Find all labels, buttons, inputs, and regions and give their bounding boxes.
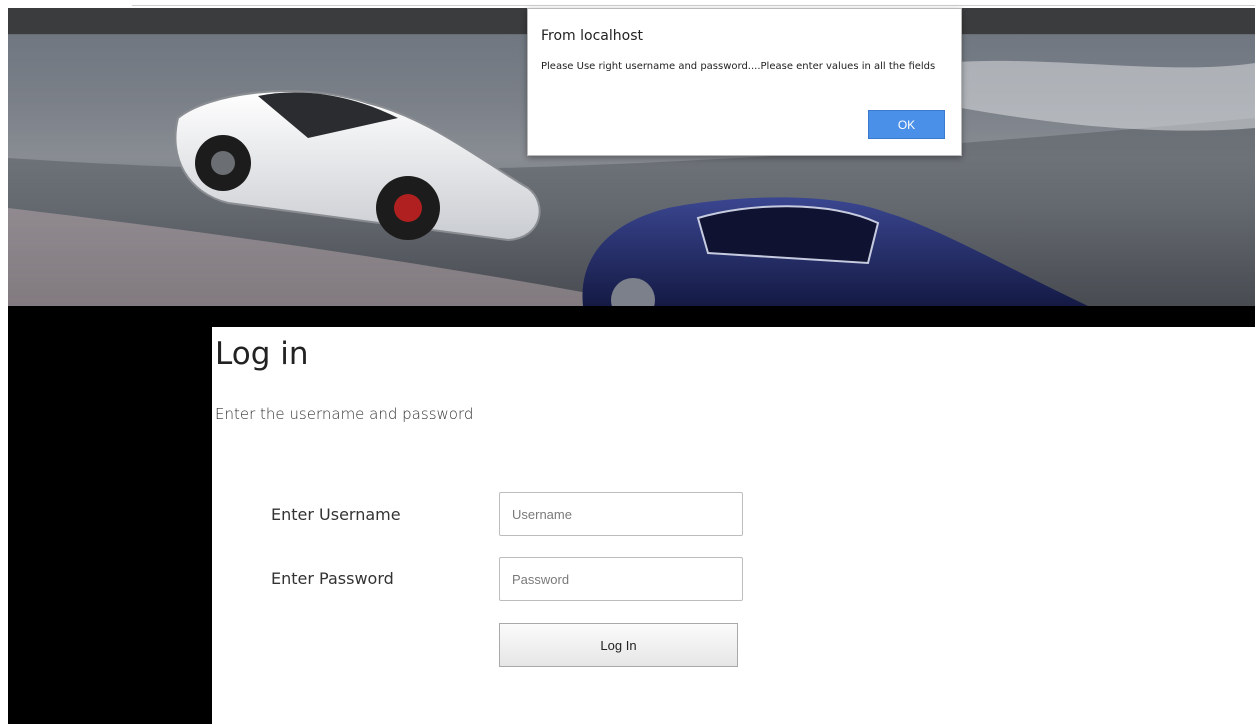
nav-band xyxy=(212,306,1255,327)
left-sidebar-column xyxy=(8,306,212,724)
login-content-area: Log in Enter the username and password E… xyxy=(215,327,1255,724)
alert-message: Please Use right username and password..… xyxy=(541,61,936,72)
window-top-divider xyxy=(132,5,1255,6)
username-input[interactable] xyxy=(499,492,743,536)
alert-title: From localhost xyxy=(541,28,643,44)
window-left-frame xyxy=(0,0,8,724)
username-label: Enter Username xyxy=(271,505,401,524)
alert-ok-button[interactable]: OK xyxy=(868,110,945,139)
log-in-button[interactable]: Log In xyxy=(499,623,738,667)
alert-dialog: From localhost Please Use right username… xyxy=(527,8,962,156)
window-top-strip xyxy=(0,0,1255,8)
page-subtitle: Enter the username and password xyxy=(215,405,474,423)
page-title: Log in xyxy=(215,336,309,372)
password-label: Enter Password xyxy=(271,569,394,588)
password-input[interactable] xyxy=(499,557,743,601)
